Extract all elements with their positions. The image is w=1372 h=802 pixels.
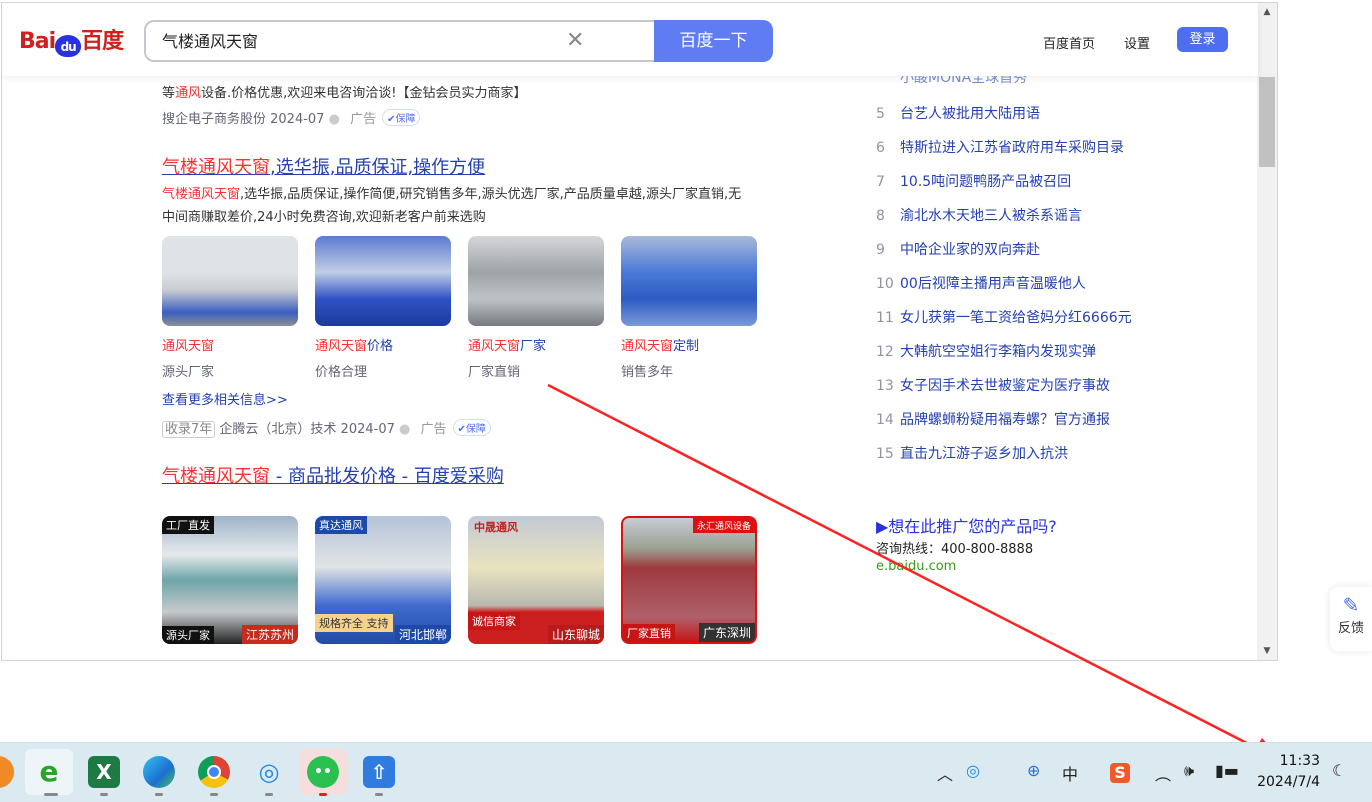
baidu-logo[interactable]: Bai du 百度 — [19, 23, 124, 57]
wechat-icon[interactable]: •• — [307, 756, 339, 788]
baidu-header: Baidu百度 ✕ 百度一下 百度首页 设置 登录 — [2, 3, 1258, 76]
chat-app-icon[interactable]: ◎ — [253, 756, 285, 788]
baidu-home-link[interactable]: 百度首页 — [1043, 33, 1095, 52]
app-icon[interactable] — [0, 756, 14, 788]
search-input[interactable] — [162, 30, 562, 49]
settings-link[interactable]: 设置 — [1124, 33, 1150, 52]
search-box: ✕ — [144, 20, 654, 62]
chrome-icon[interactable] — [198, 756, 230, 788]
tray-app-icon[interactable]: ◎ — [966, 761, 980, 780]
search-button[interactable]: 百度一下 — [654, 20, 773, 62]
clock-time[interactable]: 11:33 — [1270, 753, 1320, 769]
annotation-arrow — [547, 383, 1284, 762]
taskbar: e X ◎ •• ⇧ ︿ ◎ ⊕ 中 S ︵ 🕪 ▮▬ 11:33 2024/7… — [0, 742, 1372, 802]
app-icon[interactable]: ⇧ — [363, 756, 395, 788]
ie-browser-icon[interactable]: e — [33, 756, 65, 788]
edge-icon[interactable] — [143, 756, 175, 788]
show-hidden-icons[interactable]: ︿ — [937, 761, 953, 785]
ime-indicator[interactable]: 中 — [1062, 761, 1078, 785]
battery-icon[interactable]: ▮▬ — [1215, 761, 1239, 780]
moon-icon[interactable]: ☾ — [1332, 761, 1346, 780]
login-button[interactable]: 登录 — [1177, 27, 1228, 52]
sogou-ime-icon[interactable]: S — [1110, 763, 1130, 783]
wifi-icon[interactable]: ︵ — [1155, 761, 1171, 785]
clock-date[interactable]: 2024/7/4 — [1250, 774, 1320, 790]
edit-icon: ✎ — [1342, 593, 1360, 617]
feedback-button[interactable]: ✎ 反馈 — [1330, 587, 1372, 651]
volume-icon[interactable]: 🕪 — [1184, 761, 1194, 781]
excel-icon[interactable]: X — [88, 756, 120, 788]
clear-icon[interactable]: ✕ — [566, 28, 584, 53]
tray-app-icon[interactable]: ⊕ — [1027, 761, 1040, 780]
